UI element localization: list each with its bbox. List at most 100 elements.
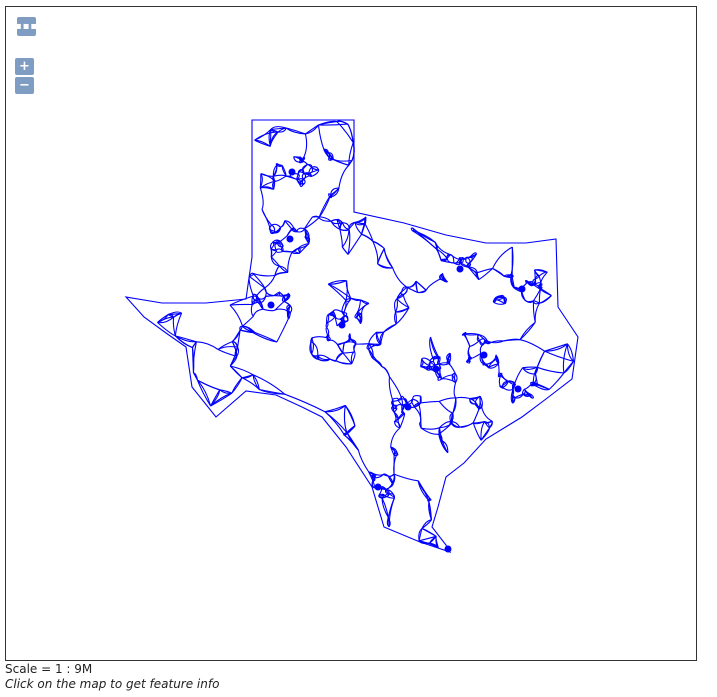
road-segment [305,124,319,135]
road-segment [264,275,276,289]
road-segment [438,397,456,402]
road-segment [229,303,253,306]
road-segment [368,343,381,345]
road-segment [395,404,403,408]
city-hub [267,301,275,309]
layer-switcher-button[interactable]: ▪▪▪ [15,17,37,36]
city-hub [432,365,440,373]
city-hub [338,321,346,329]
road-segment [346,432,359,451]
road-segment [481,407,493,422]
road-segment [492,246,513,269]
road-segment [539,295,552,304]
road-segment [284,393,326,413]
road-segment [329,358,336,362]
road-segment [342,342,345,354]
road-segment [397,418,401,429]
road-segment [469,340,480,347]
road-segment [420,400,440,404]
road-segment [269,129,272,147]
road-segment [392,267,408,288]
road-network-layer [124,119,579,553]
road-segment [338,164,350,189]
city-hub [456,265,464,273]
road-segment [418,540,439,549]
road-segment [472,408,480,424]
road-segment [377,248,385,264]
road-segment [540,287,552,297]
road-segment [282,250,293,253]
road-segment [311,336,328,339]
city-hub [514,385,522,393]
road-segment [519,339,545,352]
texas-outline [124,119,579,553]
road-segment [396,298,410,309]
road-segment [410,227,413,232]
road-segment [304,217,320,230]
road-segment [276,318,289,343]
road-segment [503,297,506,304]
road-segment [262,308,276,312]
road-segment [285,127,306,135]
road-segment [425,278,441,291]
road-segment [259,187,264,210]
road-segment [524,383,532,390]
road-segment [341,246,349,255]
road-segment [467,263,470,268]
road-segment [472,422,482,441]
road-segment [304,216,313,229]
road-segment [450,254,460,260]
road-segment [393,473,419,482]
road-segment [252,272,275,277]
road-segment [480,427,490,441]
road-segment [254,331,278,343]
road-segment [252,308,263,317]
road-segment [280,235,288,242]
road-segment [343,297,352,313]
road-segment [544,350,574,362]
road-segment [438,362,448,365]
city-hub [404,403,412,411]
road-segment [441,260,454,264]
road-segment [317,124,325,150]
city-hub [286,235,294,243]
road-segment [469,395,481,400]
road-segment [464,333,471,347]
road-segment [383,248,394,269]
road-segment [231,377,243,394]
road-segment [406,280,417,288]
road-segment [229,304,244,327]
road-segment [498,375,502,388]
city-hub [374,483,382,491]
city-hub [288,168,296,176]
road-segment [329,339,339,346]
map-viewport[interactable]: ▪▪▪ + − [5,6,697,661]
road-segment [438,401,453,414]
road-segment [514,367,524,384]
road-segment [421,427,440,430]
city-hub [444,545,452,553]
road-segment [330,219,338,222]
road-segment [261,209,271,230]
road-segment [372,241,379,264]
road-segment [318,196,330,219]
scale-readout: Scale = 1 : 9M [5,662,93,676]
road-segment [388,473,395,477]
road-segment [453,381,457,399]
road-segment [381,366,391,377]
road-segment [287,251,293,273]
road-segment [275,175,287,182]
road-segment [332,309,343,313]
road-segment [519,321,536,341]
zoom-out-button[interactable]: − [15,77,34,94]
road-segment [217,349,237,357]
road-segment [417,480,430,501]
road-segment [344,405,356,426]
zoom-in-button[interactable]: + [15,58,34,75]
road-segment [343,405,348,433]
road-segment [421,519,432,529]
road-segment [275,308,288,312]
road-segment [364,223,374,242]
road-segment [301,160,308,165]
feature-info-hint: Click on the map to get feature info [5,677,220,691]
